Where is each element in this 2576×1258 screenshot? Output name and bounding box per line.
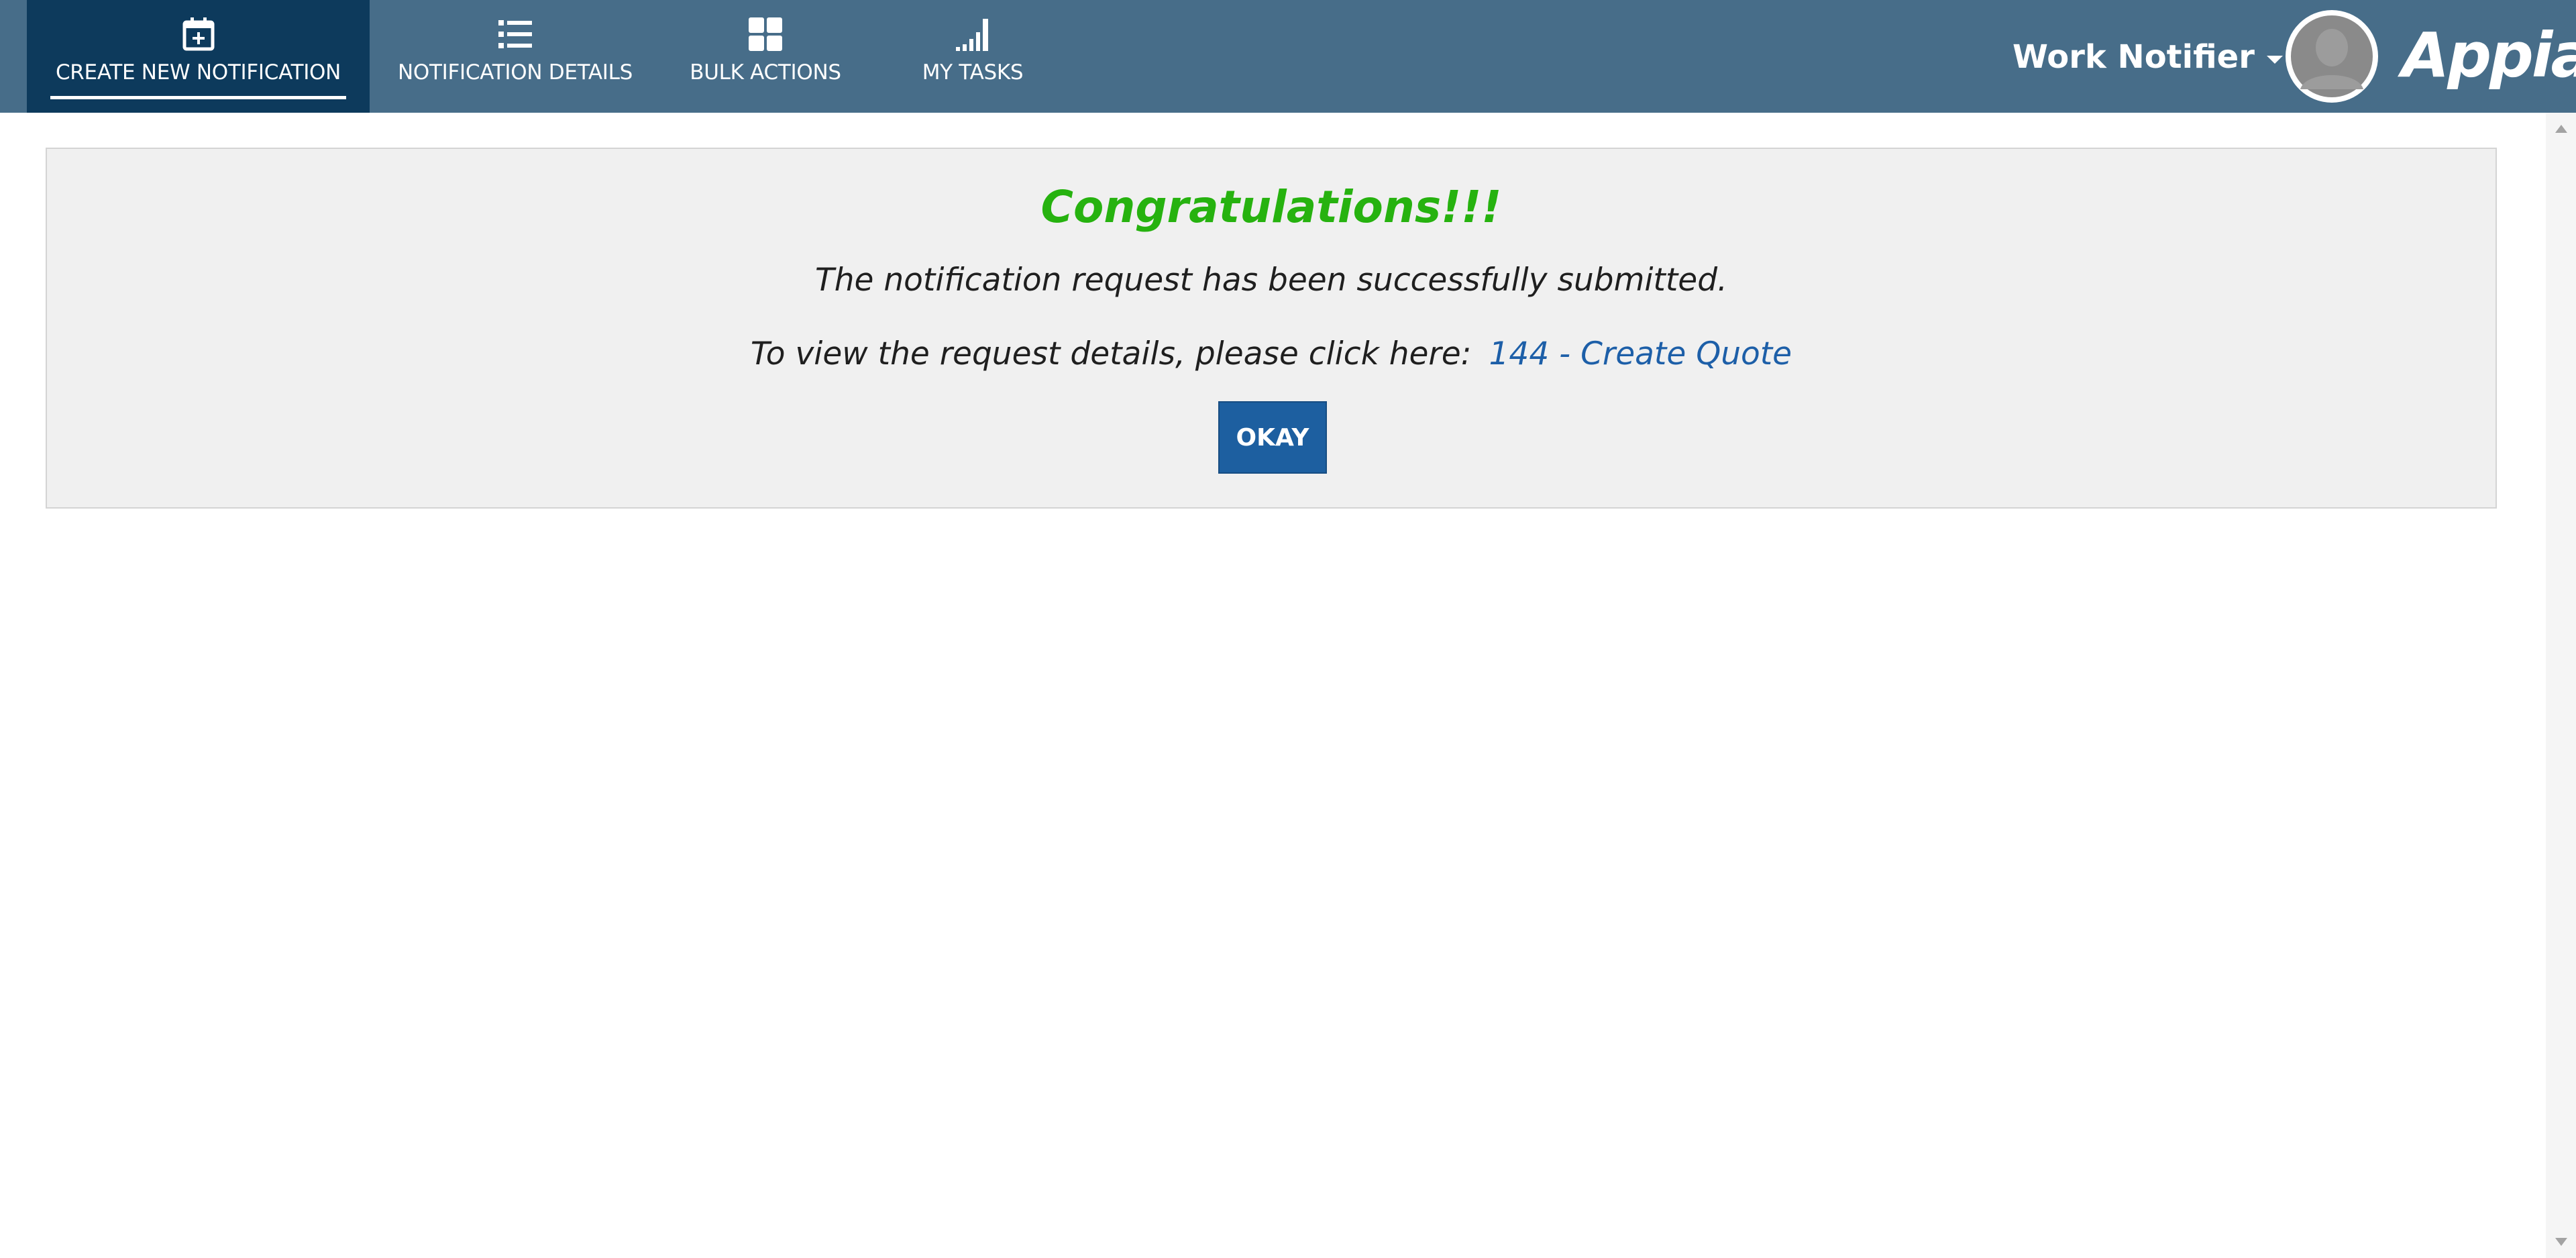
success-message: The notification request has been succes… [815,262,1727,299]
top-navigation-bar: CREATE NEW NOTIFICATION NOTIFICATION DET… [0,0,2576,113]
list-icon [498,20,532,48]
request-details-link[interactable]: 144 - Create Quote [1489,335,1792,372]
vertical-scrollbar[interactable] [2546,113,2576,1258]
active-tab-indicator [50,96,346,99]
tab-label: BULK ACTIONS [690,60,841,85]
tab-label: CREATE NEW NOTIFICATION [55,60,341,85]
congratulations-heading: Congratulations!!! [1040,181,1502,233]
view-details-prompt: To view the request details, please clic… [750,335,1472,372]
tab-create-new-notification[interactable]: CREATE NEW NOTIFICATION [27,0,370,113]
user-menu-label: Work Notifier [2012,38,2255,76]
confirmation-panel: Congratulations!!! The notification requ… [46,148,2497,509]
okay-button[interactable]: OKAY [1218,401,1327,474]
calendar-plus-icon [182,17,214,51]
user-avatar-icon [2288,12,2376,101]
scroll-down-arrow-icon[interactable] [2555,1238,2567,1246]
appian-logo: Appian [2402,19,2576,91]
tab-label: MY TASKS [922,60,1024,85]
tab-bulk-actions[interactable]: BULK ACTIONS [671,0,860,113]
user-menu-dropdown[interactable]: Work Notifier [2012,34,2283,81]
view-details-line: To view the request details, please clic… [47,334,2496,374]
avatar[interactable] [2286,10,2378,103]
signal-bars-icon [956,19,988,51]
tab-notification-details[interactable]: NOTIFICATION DETAILS [381,0,649,113]
chevron-down-icon [2266,56,2283,64]
scroll-up-arrow-icon[interactable] [2555,125,2567,133]
tab-my-tasks[interactable]: MY TASKS [892,0,1053,113]
grid-icon [749,17,782,51]
tab-label: NOTIFICATION DETAILS [398,60,633,85]
